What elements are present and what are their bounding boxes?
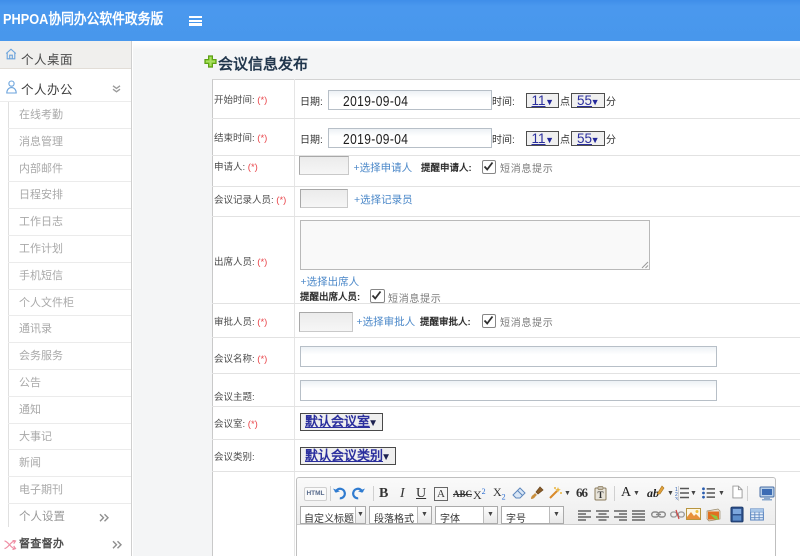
svg-text:T: T xyxy=(597,490,603,500)
svg-text:3: 3 xyxy=(675,497,678,500)
